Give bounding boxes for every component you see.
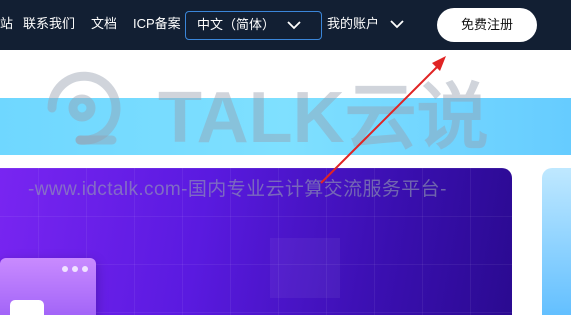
window-content-icon bbox=[10, 300, 44, 315]
chevron-down-icon bbox=[287, 21, 301, 30]
chevron-down-icon[interactable] bbox=[390, 19, 404, 29]
hero-card[interactable] bbox=[0, 168, 512, 315]
nav-link-docs[interactable]: 文档 bbox=[91, 16, 117, 32]
window-dot-icon bbox=[62, 266, 68, 272]
hero-glow bbox=[270, 238, 340, 298]
account-menu[interactable]: 我的账户 bbox=[327, 16, 379, 32]
top-nav: 站 联系我们 文档 ICP备案 中文（简体） 我的账户 免费注册 bbox=[0, 0, 571, 50]
window-dot-icon bbox=[82, 266, 88, 272]
nav-link-contact[interactable]: 联系我们 bbox=[23, 16, 75, 32]
promo-banner[interactable] bbox=[0, 98, 571, 155]
register-button[interactable]: 免费注册 bbox=[437, 8, 537, 42]
language-select[interactable]: 中文（简体） bbox=[185, 11, 322, 40]
language-select-value: 中文（简体） bbox=[197, 17, 276, 32]
white-strip bbox=[0, 50, 571, 98]
section-gap bbox=[0, 155, 571, 168]
nav-link-icp[interactable]: ICP备案 bbox=[133, 16, 181, 32]
browser-window-illustration bbox=[0, 258, 96, 315]
window-dot-icon bbox=[72, 266, 78, 272]
nav-link-partial[interactable]: 站 bbox=[0, 16, 13, 32]
side-card[interactable] bbox=[542, 168, 571, 315]
